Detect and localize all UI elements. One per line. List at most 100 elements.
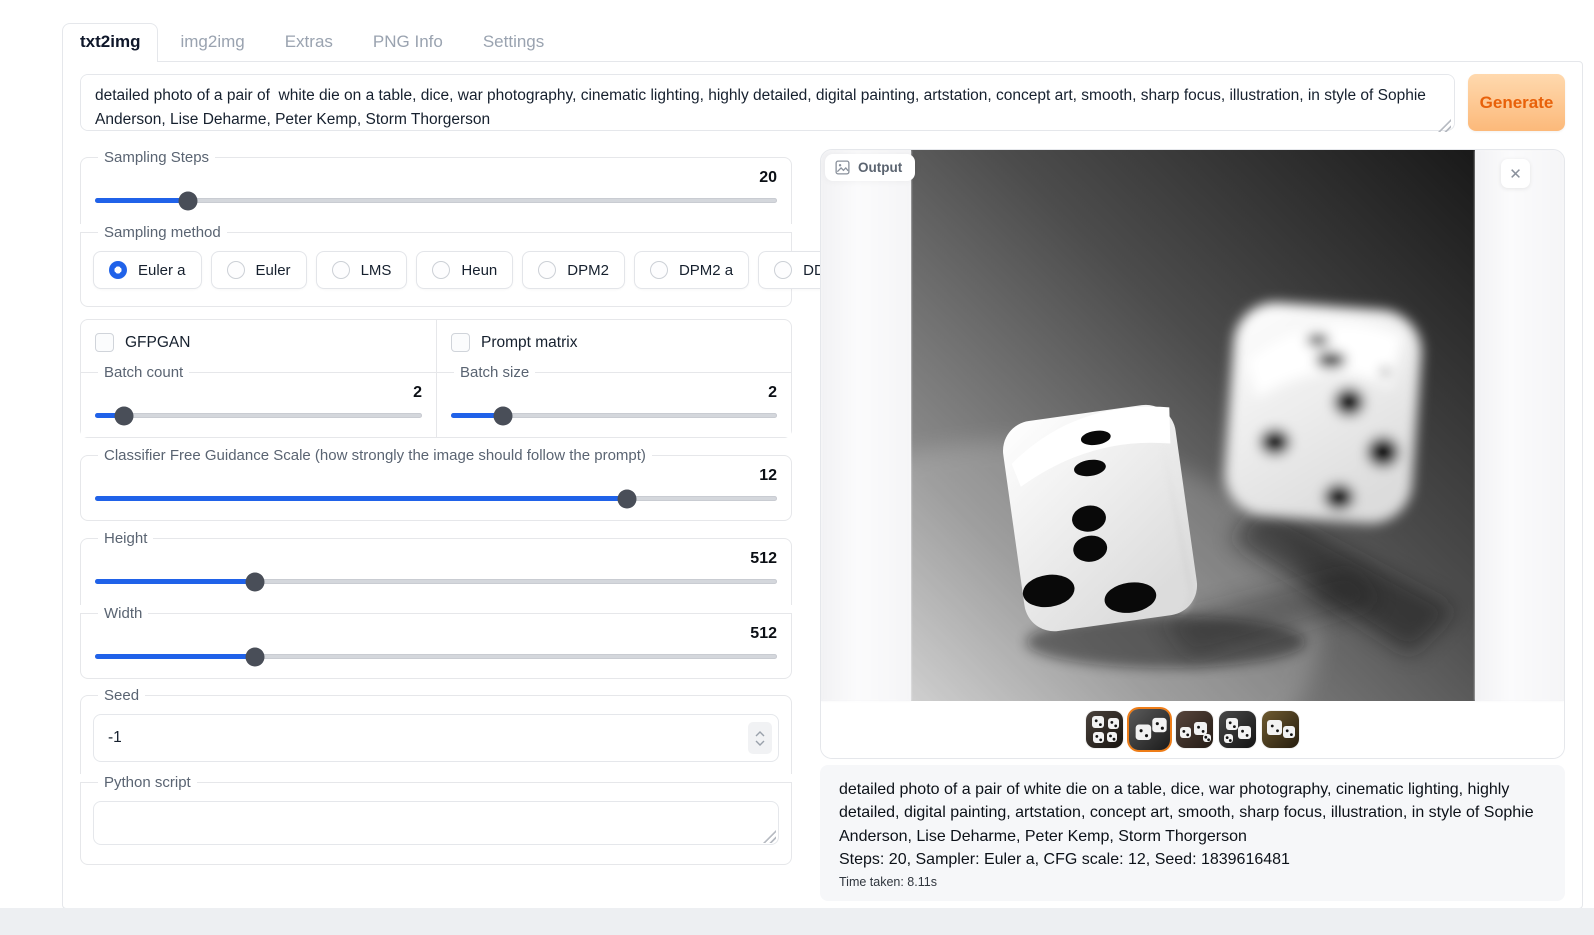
slider-thumb[interactable] [115, 406, 134, 425]
result-prompt-text: detailed photo of a pair of white die on… [839, 778, 1546, 848]
radio-label: Heun [461, 262, 497, 279]
image-icon [835, 160, 850, 175]
width-value: 512 [93, 625, 777, 643]
gfpgan-label: GFPGAN [125, 334, 190, 352]
seed-stepper[interactable] [748, 722, 772, 754]
radio-icon[interactable] [432, 261, 450, 279]
gallery-thumbnail[interactable] [1086, 711, 1123, 748]
slider-thumb[interactable] [617, 489, 636, 508]
radio-icon[interactable] [109, 261, 127, 279]
tab-PNG Info[interactable]: PNG Info [355, 23, 461, 62]
radio-icon[interactable] [227, 261, 245, 279]
result-time-text: Time taken: 8.11s [839, 875, 1546, 889]
output-column: Output ✕ [820, 149, 1565, 901]
result-params-text: Steps: 20, Sampler: Euler a, CFG scale: … [839, 848, 1546, 871]
chevron-up-icon[interactable] [755, 731, 765, 737]
gallery-side-fill [821, 150, 911, 701]
batch-count-group: Batch count 2 [81, 364, 436, 437]
height-slider[interactable] [95, 579, 777, 584]
sampling-method-option[interactable]: DPM2 a [634, 251, 749, 289]
slider-thumb[interactable] [179, 191, 198, 210]
radio-icon[interactable] [538, 261, 556, 279]
output-gallery: Output ✕ [820, 149, 1565, 759]
prompt-matrix-checkbox[interactable]: Prompt matrix [437, 320, 791, 364]
width-label: Width [98, 605, 148, 622]
gallery-side-fill [1475, 150, 1565, 701]
prompt-row: detailed photo of a pair of white die on… [80, 74, 1565, 136]
slider-thumb[interactable] [246, 572, 265, 591]
tab-Extras[interactable]: Extras [267, 23, 351, 62]
batch-count-label: Batch count [98, 364, 189, 381]
batch-size-value: 2 [449, 384, 777, 402]
checkbox-icon[interactable] [95, 333, 114, 352]
batch-panel: GFPGAN Batch count 2 P [80, 319, 792, 438]
main-content: detailed photo of a pair of white die on… [62, 61, 1583, 909]
result-info-box: detailed photo of a pair of white die on… [820, 765, 1565, 901]
height-label: Height [98, 530, 153, 547]
cfg-scale-group: Classifier Free Guidance Scale (how stro… [80, 447, 792, 521]
page-footer [0, 908, 1594, 935]
seed-input[interactable] [93, 714, 779, 762]
sampling-method-label: Sampling method [98, 224, 227, 241]
sampling-steps-value: 20 [93, 169, 777, 187]
gallery-thumbnail[interactable] [1129, 709, 1170, 750]
sampling-steps-label: Sampling Steps [98, 149, 215, 166]
height-group: Height 512 [80, 530, 792, 605]
sampling-method-group: Sampling method Euler a Euler LMS Heun DPM2 D… [80, 224, 792, 307]
gallery-thumbnail[interactable] [1176, 711, 1213, 748]
sampling-method-option[interactable]: Euler a [93, 251, 202, 289]
output-image[interactable] [911, 150, 1475, 701]
tab-bar: txt2imgimg2imgExtrasPNG InfoSettings [62, 25, 1583, 62]
close-button[interactable]: ✕ [1501, 159, 1530, 188]
sampling-method-option[interactable]: Euler [211, 251, 307, 289]
cfg-scale-value: 12 [93, 467, 777, 485]
slider-thumb[interactable] [494, 406, 513, 425]
radio-icon[interactable] [650, 261, 668, 279]
radio-label: DPM2 [567, 262, 609, 279]
gallery-thumbnail[interactable] [1219, 711, 1256, 748]
batch-count-slider[interactable] [95, 413, 422, 418]
python-script-group: Python script [80, 774, 792, 865]
output-panel-label: Output [825, 154, 915, 181]
tab-txt2img[interactable]: txt2img [62, 23, 158, 62]
sampling-steps-slider[interactable] [95, 198, 777, 203]
seed-label: Seed [98, 687, 145, 704]
batch-count-value: 2 [93, 384, 422, 402]
sampling-steps-group: Sampling Steps 20 [80, 149, 792, 224]
width-group: Width 512 [80, 605, 792, 679]
seed-group: Seed [80, 687, 792, 774]
tab-Settings[interactable]: Settings [465, 23, 562, 62]
app-window: txt2imgimg2imgExtrasPNG InfoSettings det… [62, 25, 1583, 909]
thumbnail-row [821, 701, 1564, 758]
batch-size-group: Batch size 2 [437, 364, 791, 437]
cfg-scale-label: Classifier Free Guidance Scale (how stro… [98, 447, 652, 464]
cfg-scale-slider[interactable] [95, 496, 777, 501]
slider-thumb[interactable] [246, 647, 265, 666]
prompt-input[interactable]: detailed photo of a pair of white die on… [80, 74, 1455, 131]
prompt-matrix-label: Prompt matrix [481, 334, 577, 352]
radio-label: DPM2 a [679, 262, 733, 279]
gfpgan-checkbox[interactable]: GFPGAN [81, 320, 436, 364]
batch-size-label: Batch size [454, 364, 535, 381]
radio-label: LMS [361, 262, 392, 279]
radio-icon[interactable] [332, 261, 350, 279]
sampling-method-option[interactable]: Heun [416, 251, 513, 289]
radio-label: Euler a [138, 262, 186, 279]
height-value: 512 [93, 550, 777, 568]
chevron-down-icon[interactable] [755, 740, 765, 746]
sampling-method-option[interactable]: LMS [316, 251, 408, 289]
width-slider[interactable] [95, 654, 777, 659]
generate-button[interactable]: Generate [1468, 74, 1565, 131]
python-script-input[interactable] [93, 801, 779, 845]
radio-icon[interactable] [774, 261, 792, 279]
sampling-method-options: Euler aEulerLMSHeunDPM2DPM2 aDDIMPLMS [93, 251, 779, 289]
controls-column: Sampling Steps 20 Sampling method Euler … [80, 149, 792, 865]
python-script-label: Python script [98, 774, 197, 791]
tab-img2img[interactable]: img2img [162, 23, 262, 62]
checkbox-icon[interactable] [451, 333, 470, 352]
batch-size-slider[interactable] [451, 413, 777, 418]
output-image-area [821, 150, 1564, 701]
gallery-thumbnail[interactable] [1262, 711, 1299, 748]
radio-label: Euler [256, 262, 291, 279]
sampling-method-option[interactable]: DPM2 [522, 251, 625, 289]
